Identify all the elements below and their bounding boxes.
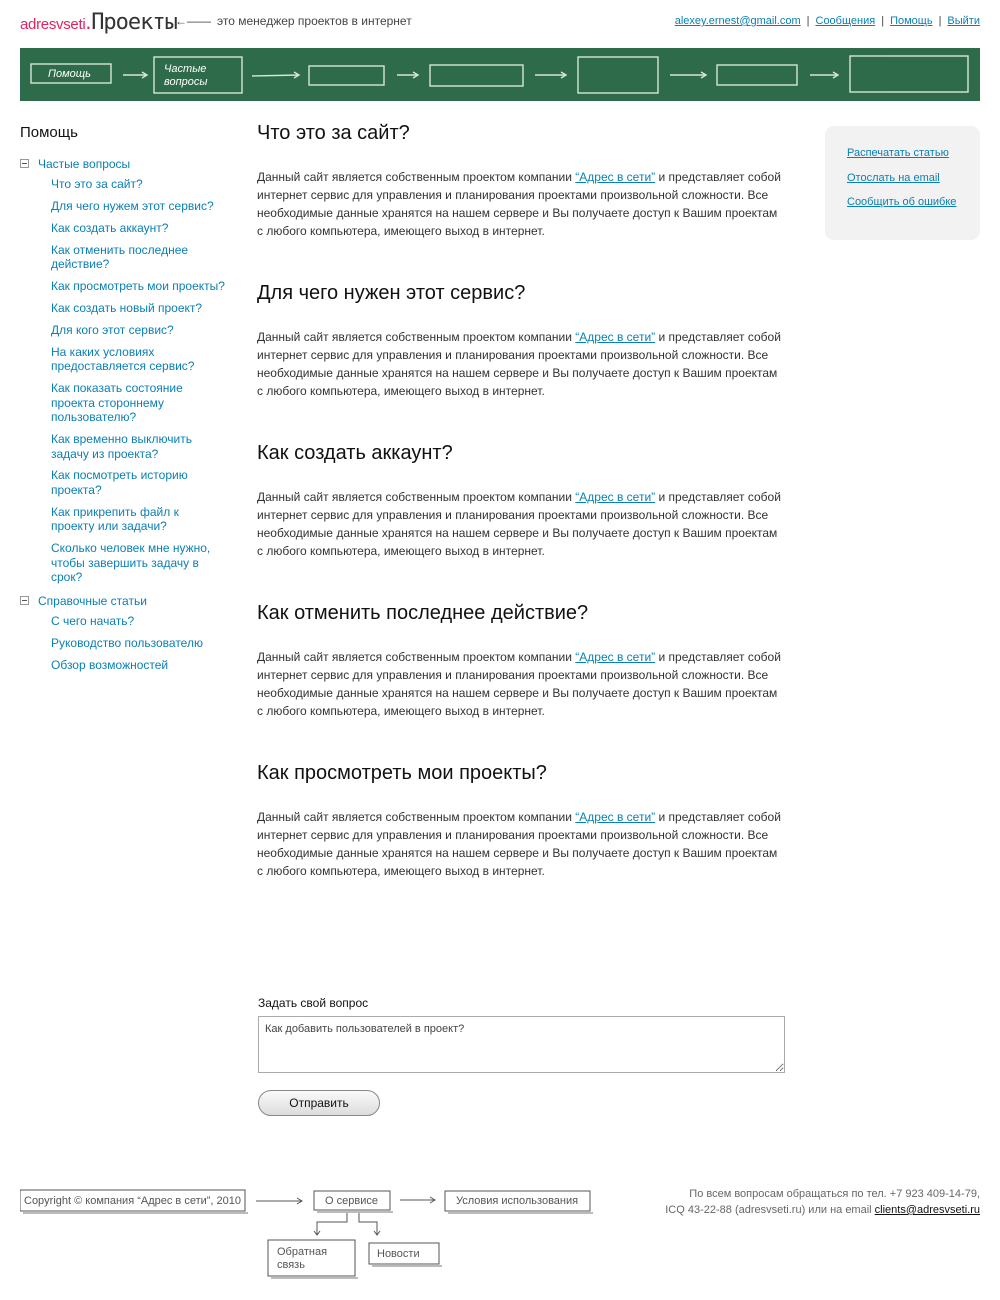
faq-item[interactable]: Как временно выключить задачу из проекта… <box>51 432 225 461</box>
messages-link[interactable]: Сообщения <box>816 15 876 27</box>
faq-item[interactable]: Для кого этот сервис? <box>51 323 225 338</box>
text-fragment: Данный сайт является собственным проекто… <box>257 650 576 664</box>
question-textarea[interactable]: Как добавить пользователей в проект? <box>258 1016 785 1073</box>
section-title: Как просмотреть мои проекты? <box>257 762 547 784</box>
copyright-text: Copyright © компания “Адрес в сети”, 201… <box>24 1195 242 1207</box>
contact-icq: ICQ 43-22-88 (adresvseti.ru) или на emai… <box>665 1204 875 1216</box>
text-fragment: Данный сайт является собственным проекто… <box>257 330 576 344</box>
faq-section: Как создать аккаунт? Данный сайт являетс… <box>257 442 787 602</box>
faq-item[interactable]: Как отменить последнее действие? <box>51 243 225 272</box>
faq-list: Что это за сайт? Для чего нужем этот сер… <box>51 177 225 585</box>
separator: | <box>881 15 885 27</box>
tree-group-articles[interactable]: Справочные статьи <box>20 592 225 609</box>
tree-group-label[interactable]: Частые вопросы <box>38 157 130 171</box>
faq-section: Что это за сайт? Данный сайт является со… <box>257 122 787 282</box>
company-link[interactable]: “Адрес в сети” <box>575 650 655 664</box>
company-link[interactable]: “Адрес в сети” <box>575 170 655 184</box>
company-link[interactable]: “Адрес в сети” <box>575 810 655 824</box>
user-email-link[interactable]: alexey.ernest@gmail.com <box>675 15 801 27</box>
email-article-link[interactable]: Отослать на email <box>847 172 980 184</box>
section-text: Данный сайт является собственным проекто… <box>257 648 783 720</box>
article-item[interactable]: Обзор возможностей <box>51 658 225 673</box>
faq-item[interactable]: Как создать новый проект? <box>51 301 225 316</box>
article-actions-panel: Распечатать статью Отослать на email Соо… <box>825 126 980 240</box>
section-text: Данный сайт является собственным проекто… <box>257 488 783 560</box>
logout-link[interactable]: Выйти <box>947 15 980 27</box>
feedback-link[interactable]: Обратная связь <box>277 1246 347 1272</box>
tagline-text: это менеджер проектов в интернет <box>217 14 412 28</box>
faq-item[interactable]: Как создать аккаунт? <box>51 221 225 236</box>
print-article-link[interactable]: Распечатать статью <box>847 147 980 159</box>
tagline: ←—— это менеджер проектов в интернет <box>175 14 412 28</box>
section-text: Данный сайт является собственным проекто… <box>257 328 783 400</box>
separator: | <box>806 15 810 27</box>
help-tree: Частые вопросы Что это за сайт? Для чего… <box>20 155 225 680</box>
contact-line: ICQ 43-22-88 (adresvseti.ru) или на emai… <box>640 1202 980 1218</box>
contact-phone: По всем вопросам обращаться по тел. +7 9… <box>689 1188 980 1200</box>
contact-info: По всем вопросам обращаться по тел. +7 9… <box>640 1186 980 1218</box>
section-text: Данный сайт является собственным проекто… <box>257 808 783 880</box>
text-fragment: Данный сайт является собственным проекто… <box>257 490 576 504</box>
tagline-arrow-icon: ←—— <box>175 14 211 28</box>
article-content: Что это за сайт? Данный сайт является со… <box>257 122 787 922</box>
chalkboard-breadcrumb: Помощь Частые вопросы <box>20 48 980 101</box>
news-link[interactable]: Новости <box>377 1248 420 1260</box>
article-item[interactable]: С чего начать? <box>51 614 225 629</box>
logo-app-name: Проекты <box>91 10 178 35</box>
collapse-icon[interactable] <box>20 159 29 168</box>
collapse-icon[interactable] <box>20 596 29 606</box>
faq-section: Как отменить последнее действие? Данный … <box>257 602 787 762</box>
about-link[interactable]: О сервисе <box>325 1195 378 1207</box>
text-fragment: Данный сайт является собственным проекто… <box>257 810 576 824</box>
text-fragment: Данный сайт является собственным проекто… <box>257 170 576 184</box>
top-nav: alexey.ernest@gmail.com | Сообщения | Помощь… <box>675 15 980 27</box>
breadcrumb-faq: Частые вопросы <box>164 63 208 88</box>
logo-brand: adresvseti <box>20 16 86 33</box>
faq-item[interactable]: Для чего нужем этот сервис? <box>51 199 225 214</box>
tree-group-label[interactable]: Справочные статьи <box>38 594 147 608</box>
question-label: Задать свой вопрос <box>258 996 369 1010</box>
faq-item[interactable]: Сколько человек мне нужно, чтобы заверши… <box>51 541 225 585</box>
faq-item[interactable]: Как просмотреть мои проекты? <box>51 279 225 294</box>
section-text: Данный сайт является собственным проекто… <box>257 168 783 240</box>
faq-item[interactable]: Что это за сайт? <box>51 177 225 192</box>
articles-list: С чего начать? Руководство пользователю … <box>51 614 225 672</box>
separator: | <box>938 15 942 27</box>
article-item[interactable]: Руководство пользователю <box>51 636 225 651</box>
company-link[interactable]: “Адрес в сети” <box>575 490 655 504</box>
section-title: Как создать аккаунт? <box>257 442 453 464</box>
breadcrumb-help[interactable]: Помощь <box>48 68 91 81</box>
faq-item[interactable]: Как посмотреть историю проекта? <box>51 468 225 497</box>
send-button[interactable]: Отправить <box>258 1090 380 1116</box>
report-error-link[interactable]: Сообщить об ошибке <box>847 196 980 208</box>
tree-group-faq[interactable]: Частые вопросы <box>20 155 225 172</box>
contact-email-link[interactable]: clients@adresvseti.ru <box>875 1204 980 1216</box>
section-title: Что это за сайт? <box>257 122 410 144</box>
terms-link[interactable]: Условия использования <box>456 1195 578 1207</box>
faq-section: Как просмотреть мои проекты? Данный сайт… <box>257 762 787 922</box>
sidebar-title: Помощь <box>20 124 78 141</box>
help-link[interactable]: Помощь <box>890 15 933 27</box>
faq-item[interactable]: На каких условиях предоставляется сервис… <box>51 345 225 374</box>
faq-section: Для чего нужен этот сервис? Данный сайт … <box>257 282 787 442</box>
faq-item[interactable]: Как показать состояние проекта стороннем… <box>51 381 225 425</box>
company-link[interactable]: “Адрес в сети” <box>575 330 655 344</box>
section-title: Как отменить последнее действие? <box>257 602 589 624</box>
faq-item[interactable]: Как прикрепить файл к проекту или задачи… <box>51 505 225 534</box>
section-title: Для чего нужен этот сервис? <box>257 282 526 304</box>
logo[interactable]: adresvseti.Проекты <box>20 9 178 35</box>
